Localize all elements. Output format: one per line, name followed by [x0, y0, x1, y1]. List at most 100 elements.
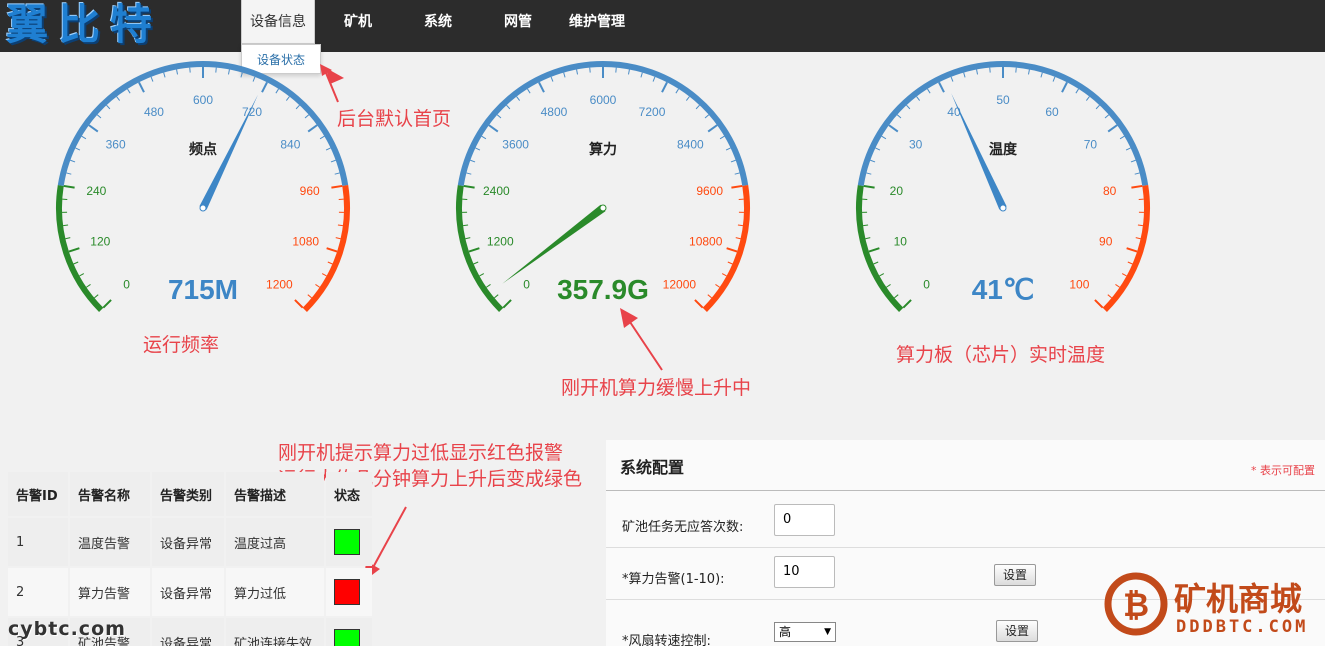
gauge-tick	[488, 124, 499, 133]
gauge-tick-label: 0	[523, 277, 530, 291]
gauge-tick	[715, 284, 720, 288]
gauge-tick	[88, 124, 99, 133]
gauge-tick	[1104, 114, 1110, 119]
gauge-tick	[481, 135, 487, 140]
gauge-tick	[96, 114, 102, 119]
gauge-tick	[902, 299, 912, 309]
gauge-tick-label: 1200	[266, 277, 293, 291]
gauge-tick	[94, 294, 99, 299]
gauge-tick	[1125, 147, 1131, 151]
brand-logo[interactable]: 翼比特	[6, 2, 162, 48]
gauge-tick-label: 20	[890, 184, 904, 198]
gauge-tick-label: 6000	[590, 93, 617, 107]
alert-category: 设备异常	[152, 518, 224, 566]
gauge-arc-band	[457, 61, 749, 186]
gauge-tick	[261, 81, 268, 93]
gauge-tick	[707, 124, 718, 133]
gauge-tick	[506, 104, 511, 110]
gauge-tick	[150, 76, 154, 82]
gauge-tick	[496, 114, 502, 119]
gauge-tick	[335, 237, 341, 240]
gauge-tick	[138, 81, 145, 93]
gauge-tick	[1137, 224, 1143, 227]
gauge-needle-hub	[599, 204, 607, 212]
gauge-tick	[240, 72, 243, 78]
annotation-home: 后台默认首页	[337, 108, 452, 130]
gauge-tick	[127, 88, 131, 94]
gauge-tick	[866, 172, 872, 175]
gauge-tick-label: 8400	[677, 138, 704, 152]
gauge-tick	[1094, 299, 1104, 309]
arrow-icon	[620, 308, 663, 371]
config-label: 矿池任务无应答次数:	[622, 520, 744, 535]
hash-alert-input[interactable]: 10	[774, 556, 835, 588]
gauge-tick	[1121, 273, 1127, 277]
alert-category: 设备异常	[152, 568, 224, 616]
gauge-tick	[63, 224, 69, 227]
nav-maintenance[interactable]: 维护管理	[569, 0, 625, 44]
gauge-tick	[1130, 159, 1136, 163]
gauge-tick	[1085, 96, 1090, 101]
nav-device-info[interactable]: 设备信息	[241, 0, 315, 44]
fan-speed-set-button[interactable]: 设置	[996, 620, 1039, 642]
pool-no-response-input[interactable]: 0	[774, 504, 835, 536]
gauge-tick	[275, 88, 279, 94]
col-alert-category: 告警类别	[152, 472, 224, 516]
gauge-tick	[331, 184, 343, 189]
gauge-hashrate: 0 1200 2400 3600 4800 6000 7200 8400 9600 10800 12…	[450, 56, 760, 326]
alert-name: 算力告警	[70, 568, 150, 616]
gauge-tick	[1095, 104, 1100, 110]
gauge-tick	[65, 237, 71, 240]
divider	[606, 490, 1325, 491]
gauge-tick	[863, 224, 869, 227]
gauge-tick	[106, 104, 111, 110]
gauge-tick-label: 7200	[639, 105, 666, 119]
col-alert-name: 告警名称	[70, 472, 150, 516]
gauge-needle	[502, 204, 606, 284]
gauge-tick	[627, 69, 630, 75]
fan-speed-select[interactable]: 高 ▼	[774, 622, 836, 642]
alert-desc: 算力过低	[226, 568, 324, 616]
gauge-tick	[731, 184, 743, 189]
gauge-tick	[694, 299, 704, 309]
nav-miner[interactable]: 矿机	[344, 0, 372, 44]
hash-alert-set-button[interactable]: 设置	[994, 564, 1037, 586]
gauge-tick-label: 10800	[689, 234, 723, 248]
gauge-tick	[881, 135, 887, 140]
table-row: 1 温度告警 设备异常 温度过高	[8, 518, 372, 566]
gauge-tick	[63, 184, 75, 189]
gauge-tick	[326, 247, 338, 253]
gauge-tick	[963, 72, 966, 78]
fan-speed-value: 高	[779, 625, 792, 639]
gauge-tick	[1126, 247, 1138, 253]
gauge-arc-band	[857, 61, 1149, 186]
annotation-alert-line-1: 刚开机提示算力过低显示红色报警	[278, 442, 564, 464]
gauge-tick	[463, 224, 469, 227]
gauge-tick	[734, 172, 740, 175]
alert-desc: 温度过高	[226, 518, 324, 566]
gauge-tick	[725, 147, 731, 151]
gauge-value: 715M	[168, 274, 238, 305]
gauge-tick	[68, 247, 80, 253]
gauge-tick	[927, 88, 931, 94]
alert-status-cell	[326, 518, 372, 566]
gauge-tick	[527, 88, 531, 94]
gauge-tick	[307, 294, 312, 299]
gauge-tick	[86, 284, 91, 288]
gauge-tick	[1134, 172, 1140, 175]
gauge-tick	[726, 247, 738, 253]
nav-network[interactable]: 网管	[504, 0, 532, 44]
gauge-tick	[563, 72, 566, 78]
gauge-arc-band	[57, 61, 349, 186]
gauge-tick	[1107, 124, 1118, 133]
gauge-value: 41℃	[972, 274, 1035, 305]
gauge-tick-label: 0	[923, 277, 930, 291]
gauge-tick	[685, 96, 690, 101]
gauge-hashrate-svg: 0 1200 2400 3600 4800 6000 7200 8400 9600 10800 12…	[456, 61, 750, 312]
gauge-tick-label: 60	[1045, 105, 1059, 119]
gauge-tick	[737, 224, 743, 227]
gauge-tick	[863, 184, 875, 189]
gauge-tick	[227, 69, 230, 75]
nav-system[interactable]: 系统	[424, 0, 452, 44]
gauge-temperature: 0 10 20 30 40 50 60 70 80 90 100 温度 41℃	[850, 56, 1160, 326]
